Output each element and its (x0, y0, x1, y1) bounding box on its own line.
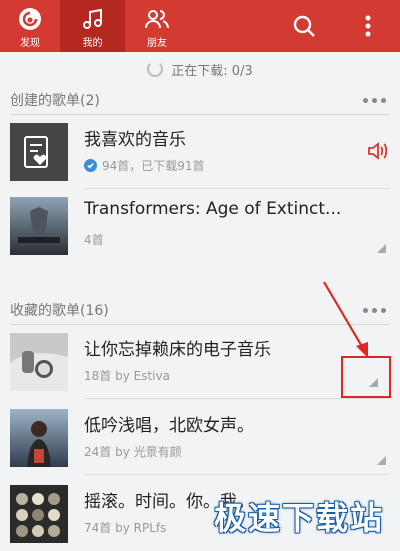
playlist-subtitle: 74首 by RPLfs (84, 521, 167, 535)
speaker-playing-icon[interactable] (366, 141, 388, 165)
annotation-arrow-icon (323, 281, 368, 358)
tab-friends[interactable]: 朋友 (127, 0, 187, 52)
playlist-row-favorites[interactable]: 我喜欢的音乐 94首，已下载91首 (0, 115, 400, 189)
tab-discover-label: 发现 (20, 38, 40, 49)
playlist-title: 让你忘掉赖床的电子音乐 (84, 340, 271, 360)
playlist-subtitle: 94首，已下载91首 (84, 157, 205, 174)
more-horizontal-icon[interactable] (363, 97, 386, 103)
playlist-cover-image (10, 409, 68, 467)
created-playlists-header[interactable]: 创建的歌单(2) (10, 86, 390, 115)
row-divider (84, 398, 390, 399)
row-menu-triangle-icon[interactable] (377, 456, 386, 465)
playlist-subtitle: 4首 (84, 233, 104, 247)
friends-icon (143, 6, 171, 32)
watermark: 极速下载站 (213, 499, 384, 537)
music-note-icon (81, 6, 105, 32)
download-status-text: 正在下载: 0/3 (171, 63, 253, 79)
playlist-title: 我喜欢的音乐 (84, 130, 186, 150)
tab-friends-label: 朋友 (147, 38, 167, 49)
playlist-cover-image (10, 333, 68, 391)
row-divider (84, 474, 390, 475)
annotation-highlight-box (341, 356, 391, 398)
playlist-cover-image (10, 197, 68, 255)
created-playlists-title: 创建的歌单(2) (10, 93, 100, 109)
tab-my-music-label: 我的 (82, 38, 103, 49)
playlist-title: 低吟浅唱，北欧女声。 (84, 416, 254, 436)
row-menu-triangle-icon[interactable] (377, 244, 386, 253)
download-status[interactable]: 正在下载: 0/3 (0, 54, 400, 84)
playlist-row-nordic[interactable]: 低吟浅唱，北欧女声。 24首 by 光景有颜 (0, 401, 400, 475)
tab-discover[interactable]: 发现 (0, 0, 60, 52)
downloaded-check-icon (84, 159, 97, 172)
loading-spinner-icon (147, 61, 164, 77)
more-vertical-icon[interactable] (352, 10, 384, 42)
netease-music-logo-icon (18, 6, 42, 32)
playlist-cover-image (10, 485, 68, 543)
tab-my-music[interactable]: 我的 (60, 0, 125, 52)
playlist-subtitle-text: 94首，已下载91首 (102, 159, 205, 173)
playlist-title: Transformers: Age of Extinct... (84, 199, 342, 219)
collected-playlists-title: 收藏的歌单(16) (10, 303, 109, 319)
top-bar: 发现 我的 朋友 (0, 0, 400, 52)
playlist-subtitle: 24首 by 光景有颜 (84, 445, 182, 459)
playlist-subtitle: 18首 by Estiva (84, 369, 170, 383)
playlist-row-transformers[interactable]: Transformers: Age of Extinct... 4首 (0, 189, 400, 263)
playlist-cover-image (10, 123, 68, 181)
search-icon[interactable] (288, 10, 320, 42)
